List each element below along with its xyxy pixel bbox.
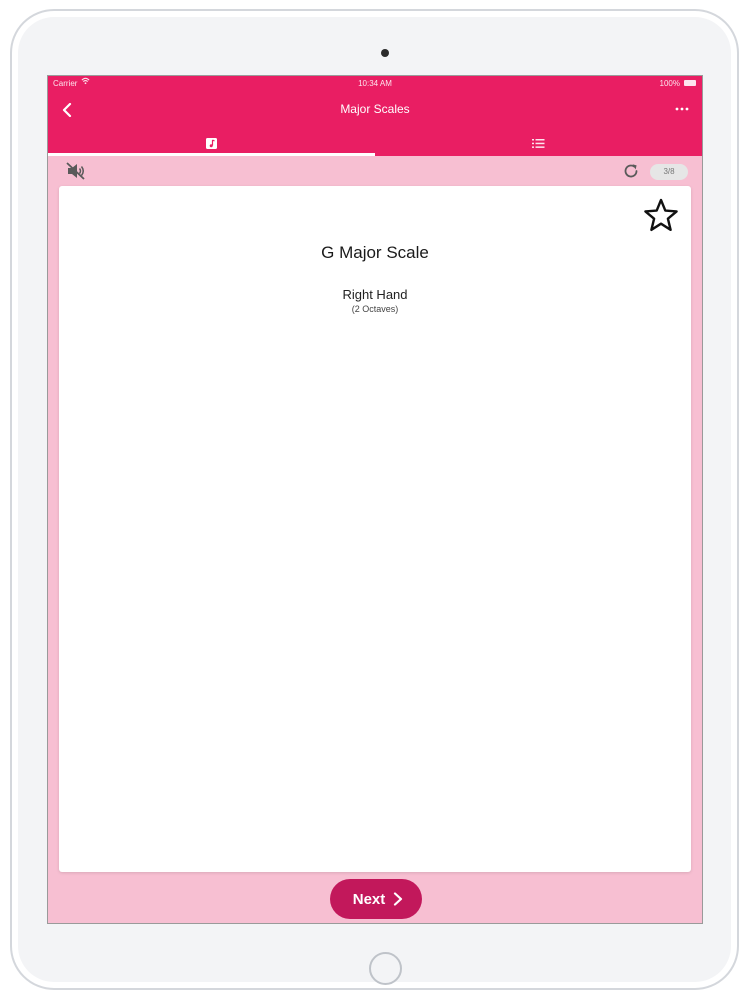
next-button-label: Next xyxy=(352,890,386,908)
home-button[interactable] xyxy=(369,952,402,985)
battery-icon xyxy=(684,80,696,86)
flashcard[interactable]: G Major Scale Right Hand (2 Octaves) xyxy=(59,186,691,872)
camera xyxy=(381,49,389,57)
next-button[interactable]: Next xyxy=(330,879,422,919)
scale-title: G Major Scale xyxy=(321,243,429,262)
navigation-bar: Major Scales xyxy=(48,92,702,130)
more-options-button[interactable] xyxy=(672,100,692,120)
star-outline-icon xyxy=(644,198,678,231)
app-screen: Carrier 10:34 AM 100% Major Scales 3/8 G… xyxy=(47,75,703,924)
battery-percent: 100% xyxy=(659,79,680,88)
tab-bar xyxy=(48,130,702,156)
card-toolbar: 3/8 xyxy=(48,156,702,186)
favorite-button[interactable] xyxy=(641,196,681,236)
chevron-right-icon xyxy=(394,892,403,906)
octaves-label: (2 Octaves) xyxy=(351,304,399,314)
speaker-muted-icon xyxy=(66,162,85,180)
ellipsis-icon xyxy=(675,107,689,111)
page-title: Major Scales xyxy=(340,102,410,116)
status-bar: Carrier 10:34 AM 100% xyxy=(48,76,702,92)
hand-label: Right Hand xyxy=(342,287,408,302)
music-note-icon xyxy=(206,137,217,149)
progress-counter: 3/8 xyxy=(650,164,688,180)
refresh-icon xyxy=(624,164,638,178)
list-icon xyxy=(532,138,545,148)
refresh-button[interactable] xyxy=(622,162,642,182)
status-time: 10:34 AM xyxy=(358,79,392,88)
mute-button[interactable] xyxy=(66,162,88,182)
tab-list[interactable] xyxy=(375,130,702,156)
